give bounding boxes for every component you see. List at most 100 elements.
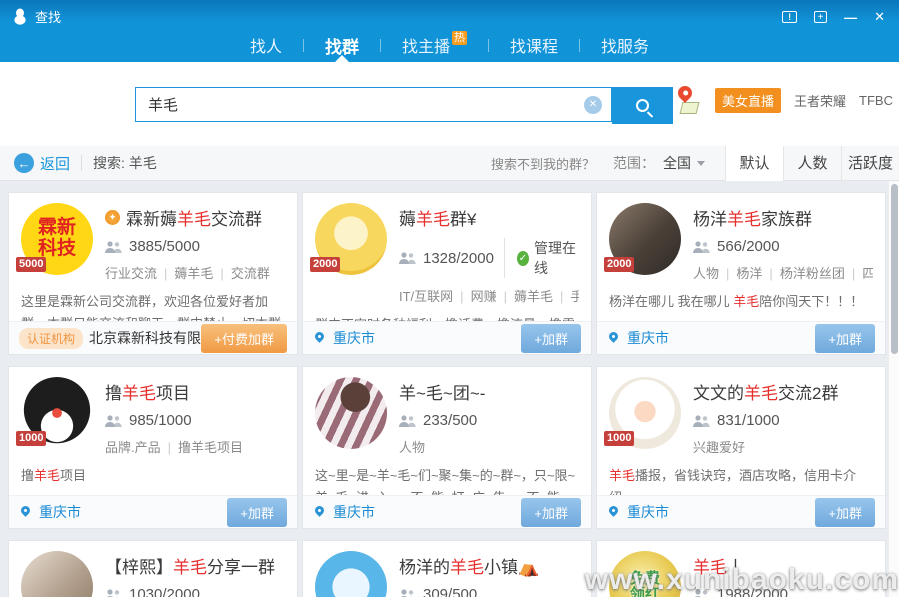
join-group-button[interactable]: +加群	[521, 498, 581, 527]
location-pin-icon	[607, 330, 620, 343]
result-toolbar: ← 返回 搜索: 羊毛 搜索不到我的群？ 范围： 全国 默认 人数 活跃度	[0, 146, 899, 181]
scope-dropdown[interactable]: 范围： 全国	[613, 153, 705, 173]
join-group-button[interactable]: +加群	[815, 324, 875, 353]
group-title: 杨洋的羊毛小镇⛺	[399, 553, 579, 578]
search-input[interactable]	[136, 88, 611, 121]
group-title: 文文的羊毛交流2群	[693, 379, 873, 404]
group-title: 羊~毛~团~-	[399, 379, 579, 404]
group-city: 重庆市	[627, 328, 669, 348]
close-button[interactable]: ✕	[874, 9, 885, 25]
group-description: 撸羊毛项目	[9, 456, 297, 487]
group-avatar: 2000	[609, 203, 681, 275]
members-icon	[693, 241, 710, 253]
live-show-badge[interactable]: 美女直播	[715, 88, 781, 113]
scrollbar-thumb[interactable]	[891, 184, 898, 354]
group-title: 杨洋羊毛家族群	[693, 205, 873, 230]
certified-org-badge: 认证机构	[19, 328, 83, 349]
group-tags: 人物|杨洋|杨洋粉丝团|四大名...	[693, 263, 873, 282]
result-list: 霖新 科技 5000 ✦霖新薅羊毛交流群 3885/5000 行业交流|薅羊毛|…	[0, 181, 899, 597]
member-count: 566/2000	[693, 238, 873, 255]
search-button[interactable]	[612, 87, 673, 124]
group-city: 重庆市	[627, 502, 669, 522]
medal-icon: ✦	[105, 210, 120, 225]
hot-search-link[interactable]: TFBC	[859, 93, 893, 108]
member-count: 233/500	[399, 412, 579, 429]
scrollbar-track[interactable]	[888, 181, 899, 597]
sort-tab-default[interactable]: 默认	[725, 146, 783, 181]
pin-icon	[675, 83, 695, 103]
tab-find-streamers[interactable]: 找主播热	[381, 28, 488, 62]
window-title: 查找	[35, 7, 61, 26]
minimize-button[interactable]: —	[844, 10, 857, 25]
members-icon	[105, 241, 122, 253]
back-button[interactable]: ← 返回	[14, 153, 70, 174]
group-description: 群内不定时各种福利，撸话费，撸流量，撸零食，撸现金，撸实物，抢红包，bug优惠券…	[303, 305, 591, 321]
group-tags: 品牌.产品|撸羊毛项目	[105, 437, 285, 456]
join-group-button[interactable]: +加群	[815, 498, 875, 527]
qq-logo-icon	[12, 8, 28, 25]
app-box-icon[interactable]: +	[814, 11, 827, 23]
search-box: ✕	[135, 87, 612, 122]
cannot-find-group-link[interactable]: 搜索不到我的群？	[491, 154, 595, 173]
member-count: 831/1000	[693, 412, 873, 429]
tab-find-groups[interactable]: 找群	[304, 28, 380, 62]
group-card[interactable]: 霖新 科技 5000 ✦霖新薅羊毛交流群 3885/5000 行业交流|薅羊毛|…	[8, 192, 298, 355]
titlebar: 查找 ! + — ✕ 找人 找群 找主播热 找课程 找服务	[0, 0, 899, 62]
divider	[81, 155, 82, 171]
find-window: 查找 ! + — ✕ 找人 找群 找主播热 找课程 找服务 ✕	[0, 0, 899, 597]
main-nav: 找人 找群 找主播热 找课程 找服务	[0, 28, 899, 62]
members-icon	[105, 415, 122, 427]
members-icon	[105, 589, 122, 597]
group-title: 【梓熙】羊毛分享一群	[105, 553, 285, 578]
group-avatar: 霖新 科技 5000	[21, 203, 93, 275]
hot-badge: 热	[452, 31, 467, 45]
admin-online-status: 管理在线	[504, 238, 579, 278]
location-pin-icon	[607, 504, 620, 517]
group-card[interactable]: 2000 薅羊毛群¥ 1328/2000 管理在线 IT/互联网|网赚|薅羊毛|…	[302, 192, 592, 355]
group-title: 撸羊毛项目	[105, 379, 285, 404]
join-group-button[interactable]: +加群	[521, 324, 581, 353]
back-arrow-icon: ←	[14, 153, 34, 173]
clear-search-icon[interactable]: ✕	[584, 96, 602, 114]
company-name: 北京霖新科技有限公司	[89, 328, 201, 348]
capacity-badge: 1000	[16, 431, 46, 446]
chevron-down-icon	[697, 161, 705, 166]
group-card[interactable]: 1000 文文的羊毛交流2群 831/1000 兴趣爱好 羊毛播报，省钱诀窍，酒…	[596, 366, 886, 529]
sort-tab-members[interactable]: 人数	[783, 146, 841, 181]
member-count: 3885/5000	[105, 238, 285, 255]
check-icon	[517, 251, 529, 266]
paid-join-group-button[interactable]: +付费加群	[201, 324, 287, 353]
location-pin-icon	[19, 504, 32, 517]
map-location-icon[interactable]	[675, 85, 702, 115]
members-icon	[399, 252, 416, 264]
group-avatar	[315, 377, 387, 449]
sort-tab-activity[interactable]: 活跃度	[841, 146, 899, 181]
group-card[interactable]: 2000 杨洋羊毛家族群 566/2000 人物|杨洋|杨洋粉丝团|四大名...…	[596, 192, 886, 355]
member-count: 309/500	[399, 586, 579, 597]
members-icon	[399, 415, 416, 427]
group-tags: 人物	[399, 437, 579, 456]
tab-find-people[interactable]: 找人	[229, 28, 303, 62]
search-icon	[636, 99, 649, 112]
join-group-button[interactable]: +加群	[227, 498, 287, 527]
capacity-badge: 1000	[604, 431, 634, 446]
location-pin-icon	[313, 504, 326, 517]
group-tags: 行业交流|薅羊毛|交流群	[105, 263, 285, 282]
group-description: 这~里~是~羊~毛~们~聚~集~的~群~，只~限~羊~毛~进~入~，不~能~打~…	[303, 456, 591, 495]
location-pin-icon	[313, 330, 326, 343]
tab-find-courses[interactable]: 找课程	[489, 28, 579, 62]
hot-search-link[interactable]: 王者荣耀	[794, 91, 846, 110]
group-title: 薅羊毛群¥	[399, 205, 579, 230]
group-card[interactable]: 羊~毛~团~- 233/500 人物 这~里~是~羊~毛~们~聚~集~的~群~，…	[302, 366, 592, 529]
feedback-icon[interactable]: !	[782, 11, 797, 23]
group-card[interactable]: 【梓熙】羊毛分享一群 1030/2000	[8, 540, 298, 597]
watermark: www.xunibaoku.com	[585, 563, 899, 597]
group-avatar	[315, 551, 387, 597]
group-description: 杨洋在哪儿 我在哪儿 羊毛陪你闯天下！！！	[597, 282, 885, 313]
members-icon	[399, 589, 416, 597]
group-avatar: 1000	[21, 377, 93, 449]
group-description: 羊毛播报，省钱诀窍，酒店攻略，信用卡介绍。	[597, 456, 885, 495]
tab-find-services[interactable]: 找服务	[580, 28, 670, 62]
group-card[interactable]: 杨洋的羊毛小镇⛺ 309/500	[302, 540, 592, 597]
group-card[interactable]: 1000 撸羊毛项目 985/1000 品牌.产品|撸羊毛项目 撸羊毛项目 重庆…	[8, 366, 298, 529]
